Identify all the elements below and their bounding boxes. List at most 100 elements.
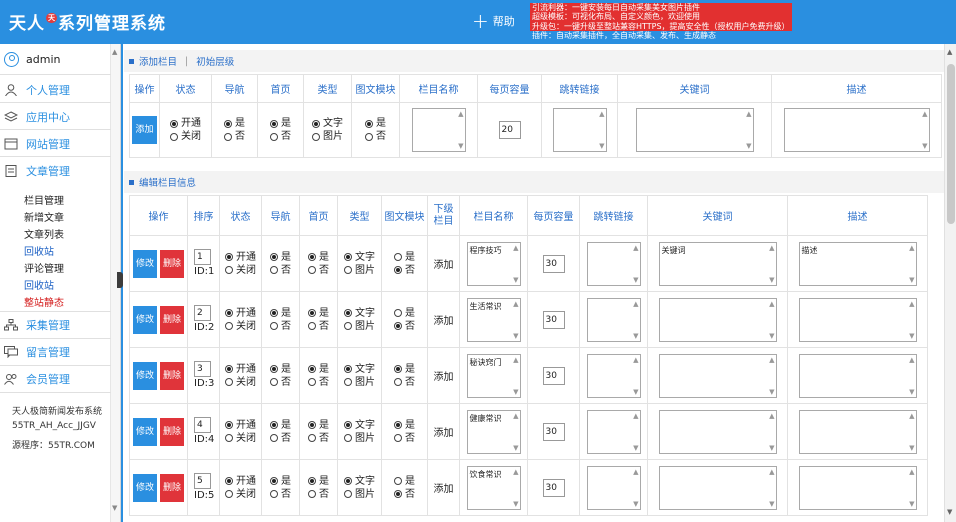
menu-collect[interactable]: 采集管理 [4, 317, 70, 333]
submenu-column-manage[interactable]: 栏目管理 [24, 192, 64, 207]
menu-members[interactable]: 会员管理 [4, 371, 70, 387]
column-name-textarea[interactable]: 饮食常识 ▲ ▼ [466, 465, 521, 510]
submenu-static-site[interactable]: 整站静态 [24, 294, 64, 309]
type-text-radio[interactable]: 文字 [338, 419, 381, 432]
status-close-radio[interactable]: 关闭 [220, 376, 261, 389]
sort-input[interactable]: 2 [194, 304, 211, 321]
type-text-radio[interactable]: 文字 [338, 475, 381, 488]
column-name-textarea[interactable]: 健康常识 ▲ ▼ [466, 409, 521, 454]
page-size-input[interactable]: 30 [542, 254, 565, 273]
add-subcolumn-link[interactable]: 添加 [434, 372, 454, 383]
description-textarea[interactable]: ▲ ▼ [798, 297, 917, 342]
type-image-radio[interactable]: 图片 [338, 264, 381, 277]
nav-no-radio[interactable]: 否 [262, 376, 299, 389]
home-yes-radio[interactable]: 是 [258, 117, 303, 130]
type-image-radio[interactable]: 图片 [338, 432, 381, 445]
submenu-article-list[interactable]: 文章列表 [24, 226, 64, 241]
page-size-input[interactable]: 30 [542, 310, 565, 329]
submenu-new-article[interactable]: 新增文章 [24, 209, 64, 224]
delete-button[interactable]: 删除 [160, 473, 185, 502]
column-name-textarea[interactable]: ▲ ▼ [411, 108, 466, 152]
nav-no-radio[interactable]: 否 [212, 130, 257, 143]
main-scrollbar[interactable]: ▲ ▼ [944, 44, 956, 522]
module-no-radio[interactable]: 否 [382, 488, 427, 501]
description-textarea[interactable]: ▲ ▼ [798, 353, 917, 398]
modify-button[interactable]: 修改 [132, 417, 157, 446]
status-close-radio[interactable]: 关闭 [220, 320, 261, 333]
notice-link[interactable]: 升级包：一键升级至整站兼容HTTPS，提高安全性（授权用户免费升级） [530, 21, 792, 32]
modify-button[interactable]: 修改 [132, 361, 157, 390]
description-textarea[interactable]: ▲ ▼ [783, 108, 930, 152]
menu-apps[interactable]: 应用中心 [4, 109, 70, 125]
description-textarea[interactable]: 描述 ▲ ▼ [798, 241, 917, 286]
keywords-textarea[interactable]: ▲ ▼ [635, 108, 754, 152]
status-close-radio[interactable]: 关闭 [220, 264, 261, 277]
type-text-radio[interactable]: 文字 [338, 363, 381, 376]
nav-yes-radio[interactable]: 是 [212, 117, 257, 130]
redirect-link-textarea[interactable]: ▲ ▼ [586, 409, 641, 454]
type-text-radio[interactable]: 文字 [304, 117, 351, 130]
help-button[interactable]: + 帮助 [472, 11, 515, 31]
menu-messages[interactable]: 留言管理 [4, 344, 70, 360]
home-yes-radio[interactable]: 是 [300, 307, 337, 320]
column-name-textarea[interactable]: 生活常识 ▲ ▼ [466, 297, 521, 342]
module-no-radio[interactable]: 否 [382, 376, 427, 389]
sort-input[interactable]: 5 [194, 472, 211, 489]
nav-yes-radio[interactable]: 是 [262, 475, 299, 488]
module-no-radio[interactable]: 否 [382, 432, 427, 445]
submenu-comments[interactable]: 评论管理 [24, 260, 64, 275]
delete-button[interactable]: 删除 [160, 305, 185, 334]
module-yes-radio[interactable]: 是 [382, 419, 427, 432]
modify-button[interactable]: 修改 [132, 473, 157, 502]
module-no-radio[interactable]: 否 [382, 320, 427, 333]
nav-yes-radio[interactable]: 是 [262, 363, 299, 376]
notice-link[interactable]: 插件：自动采集插件，全自动采集、发布、生成静态 [530, 31, 792, 40]
nav-no-radio[interactable]: 否 [262, 432, 299, 445]
delete-button[interactable]: 删除 [160, 417, 185, 446]
home-no-radio[interactable]: 否 [258, 130, 303, 143]
submenu-recycle-bin[interactable]: 回收站 [24, 243, 54, 258]
module-yes-radio[interactable]: 是 [352, 117, 399, 130]
delete-button[interactable]: 删除 [160, 249, 185, 278]
status-open-radio[interactable]: 开通 [160, 117, 211, 130]
page-size-input[interactable]: 30 [542, 478, 565, 497]
menu-website[interactable]: 网站管理 [4, 136, 70, 152]
add-subcolumn-link[interactable]: 添加 [434, 484, 454, 495]
module-yes-radio[interactable]: 是 [382, 307, 427, 320]
type-image-radio[interactable]: 图片 [304, 130, 351, 143]
home-yes-radio[interactable]: 是 [300, 363, 337, 376]
nav-yes-radio[interactable]: 是 [262, 307, 299, 320]
user-profile[interactable]: admin [4, 52, 60, 67]
status-open-radio[interactable]: 开通 [220, 419, 261, 432]
home-no-radio[interactable]: 否 [300, 432, 337, 445]
home-no-radio[interactable]: 否 [300, 264, 337, 277]
nav-yes-radio[interactable]: 是 [262, 419, 299, 432]
sort-input[interactable]: 1 [194, 248, 211, 265]
description-textarea[interactable]: ▲ ▼ [798, 409, 917, 454]
type-text-radio[interactable]: 文字 [338, 307, 381, 320]
redirect-link-textarea[interactable]: ▲ ▼ [552, 108, 607, 152]
status-close-radio[interactable]: 关闭 [220, 488, 261, 501]
redirect-link-textarea[interactable]: ▲ ▼ [586, 241, 641, 286]
app-logo[interactable]: 天人天系列管理系统 [9, 9, 166, 34]
chevron-up-icon[interactable]: ▲ [112, 48, 117, 56]
add-button[interactable]: 添加 [132, 116, 157, 144]
column-name-textarea[interactable]: 程序技巧 ▲ ▼ [466, 241, 521, 286]
notice-link[interactable]: 引流利器：一键安装每日自动采集美女图片插件 [530, 3, 792, 13]
add-subcolumn-link[interactable]: 添加 [434, 260, 454, 271]
status-open-radio[interactable]: 开通 [220, 307, 261, 320]
chevron-up-icon[interactable]: ▲ [947, 48, 952, 56]
home-yes-radio[interactable]: 是 [300, 475, 337, 488]
status-close-radio[interactable]: 关闭 [160, 130, 211, 143]
add-subcolumn-link[interactable]: 添加 [434, 316, 454, 327]
module-no-radio[interactable]: 否 [352, 130, 399, 143]
keywords-textarea[interactable]: ▲ ▼ [658, 409, 777, 454]
redirect-link-textarea[interactable]: ▲ ▼ [586, 465, 641, 510]
type-image-radio[interactable]: 图片 [338, 376, 381, 389]
type-text-radio[interactable]: 文字 [338, 251, 381, 264]
nav-yes-radio[interactable]: 是 [262, 251, 299, 264]
home-yes-radio[interactable]: 是 [300, 251, 337, 264]
page-size-input[interactable]: 20 [498, 121, 521, 139]
module-yes-radio[interactable]: 是 [382, 251, 427, 264]
status-open-radio[interactable]: 开通 [220, 363, 261, 376]
